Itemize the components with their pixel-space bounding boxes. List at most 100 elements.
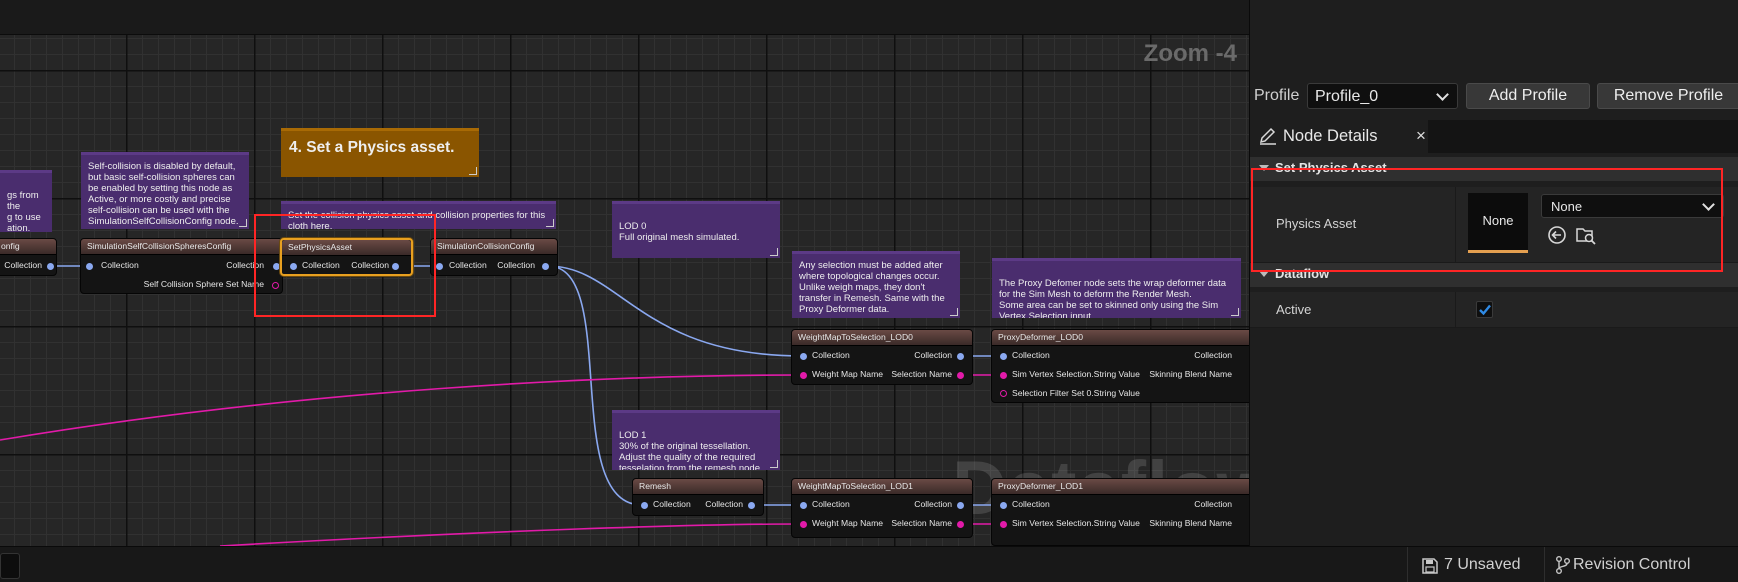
node-set-physics-asset[interactable]: SetPhysicsAsset Collection Collection <box>280 238 413 276</box>
comment-partial[interactable]: gs from the g to use ation. <box>0 170 52 232</box>
comment-text: Self-collision is disabled by default, b… <box>88 161 239 227</box>
node-simulation-self-collision-spheres-config[interactable]: SimulationSelfCollisionSpheresConfig Col… <box>80 238 283 294</box>
pin-label: Self Collision Sphere Set Name <box>143 279 264 289</box>
panel-header-area <box>1250 0 1738 80</box>
checkmark-icon <box>1479 304 1491 316</box>
pin-label: Collection <box>302 260 340 270</box>
section-label: Dataflow <box>1275 266 1330 281</box>
node-weight-map-to-selection-lod0[interactable]: WeightMapToSelection_LOD0 Collection Col… <box>791 329 973 385</box>
input-pin[interactable] <box>800 372 807 379</box>
section-set-physics-asset[interactable]: Set Physics Asset <box>1250 157 1738 181</box>
output-pin[interactable] <box>748 502 755 509</box>
output-pin[interactable] <box>542 263 549 270</box>
pin-label: Collection <box>653 499 691 509</box>
comment-lod0[interactable]: LOD 0 Full original mesh simulated. <box>612 201 780 258</box>
browse-asset-icon[interactable] <box>1575 224 1597 246</box>
input-pin[interactable] <box>641 502 648 509</box>
node-title: SimulationCollisionConfig <box>431 239 557 255</box>
unsaved-count-button[interactable]: 7 Unsaved <box>1444 556 1521 574</box>
comment-self-collision[interactable]: Self-collision is disabled by default, b… <box>81 152 249 229</box>
node-proxy-deformer-lod0[interactable]: ProxyDeformer_LOD0 Collection Collection… <box>991 329 1249 403</box>
collapse-arrow-icon <box>1259 271 1269 277</box>
pin-label: Sim Vertex Selection.String Value <box>1012 369 1140 379</box>
pin-label: Collection <box>226 260 264 270</box>
remove-profile-button[interactable]: Remove Profile <box>1597 83 1738 109</box>
pin-label: Skinning Blend Name <box>1149 369 1232 379</box>
comment-text: Any selection must be added after where … <box>799 260 945 315</box>
node-partial-config[interactable]: onfig Collection <box>0 238 57 276</box>
input-pin[interactable] <box>290 263 297 270</box>
resize-grip[interactable] <box>469 167 477 175</box>
profile-label: Profile <box>1254 87 1300 104</box>
pin-label: Weight Map Name <box>812 369 884 379</box>
input-pin[interactable] <box>800 502 807 509</box>
branch-icon <box>1556 556 1570 574</box>
asset-picker-value: None <box>1551 199 1583 214</box>
pin-label: Skinning Blend Name <box>1149 518 1232 528</box>
profile-row: Profile Profile_0 Add Profile Remove Pro… <box>1250 80 1738 112</box>
output-pin[interactable] <box>47 263 54 270</box>
column-divider[interactable] <box>1455 292 1456 327</box>
close-icon[interactable]: × <box>1416 126 1426 146</box>
resize-grip[interactable] <box>950 308 958 316</box>
dataflow-graph-canvas[interactable]: Zoom -4 Dataflow gs from the g to use at… <box>0 0 1249 546</box>
input-pin[interactable] <box>800 353 807 360</box>
comment-proxy-deformer[interactable]: The Proxy Defomer node sets the wrap def… <box>992 258 1241 318</box>
profile-dropdown[interactable]: Profile_0 <box>1307 83 1458 109</box>
property-label: Active <box>1276 302 1312 317</box>
resize-grip[interactable] <box>770 248 778 256</box>
comment-step-4[interactable]: 4. Set a Physics asset. <box>281 128 479 177</box>
output-pin[interactable] <box>957 353 964 360</box>
node-weight-map-to-selection-lod1[interactable]: WeightMapToSelection_LOD1 Collection Col… <box>791 478 973 538</box>
input-pin[interactable] <box>86 263 93 270</box>
input-pin[interactable] <box>1000 390 1007 397</box>
column-divider[interactable] <box>1455 187 1456 262</box>
pin-label: Collection <box>1012 350 1050 360</box>
node-proxy-deformer-lod1[interactable]: ProxyDeformer_LOD1 Collection Collection… <box>991 478 1249 546</box>
input-pin[interactable] <box>1000 372 1007 379</box>
tab-bar: Node Details × <box>1250 120 1738 153</box>
input-pin[interactable] <box>1000 353 1007 360</box>
input-pin[interactable] <box>1000 521 1007 528</box>
comment-text: 4. Set a Physics asset. <box>289 139 455 156</box>
comment-collision-properties[interactable]: Set the collision physics asset and coll… <box>281 201 556 229</box>
pin-label: Collection <box>497 260 535 270</box>
asset-picker-dropdown[interactable]: None <box>1541 194 1724 218</box>
revision-control-button[interactable]: Revision Control <box>1573 556 1690 574</box>
comment-lod1[interactable]: LOD 1 30% of the original tessellation. … <box>612 410 780 470</box>
active-checkbox[interactable] <box>1476 301 1493 318</box>
chevron-down-icon <box>1436 88 1449 101</box>
collapse-arrow-icon <box>1259 165 1269 171</box>
profile-dropdown-value: Profile_0 <box>1315 88 1379 105</box>
output-pin[interactable] <box>392 263 399 270</box>
status-bar-left-field[interactable] <box>0 553 20 579</box>
input-pin[interactable] <box>1000 502 1007 509</box>
resize-grip[interactable] <box>239 219 247 227</box>
asset-thumbnail[interactable]: None <box>1468 193 1528 253</box>
pin-label: Collection <box>914 499 952 509</box>
save-icon <box>1422 558 1438 574</box>
section-dataflow[interactable]: Dataflow <box>1250 263 1738 287</box>
pin-label: Collection <box>1194 350 1232 360</box>
use-selected-asset-icon[interactable] <box>1547 225 1567 245</box>
add-profile-button[interactable]: Add Profile <box>1466 83 1590 109</box>
input-pin[interactable] <box>436 263 443 270</box>
resize-grip[interactable] <box>1231 308 1239 316</box>
output-pin[interactable] <box>957 521 964 528</box>
pin-label: Weight Map Name <box>812 518 884 528</box>
node-remesh[interactable]: Remesh Collection Collection <box>632 478 764 516</box>
output-pin[interactable] <box>957 372 964 379</box>
input-pin[interactable] <box>800 521 807 528</box>
resize-grip[interactable] <box>770 460 778 468</box>
tab-node-details[interactable]: Node Details × <box>1250 120 1428 153</box>
node-title: SetPhysicsAsset <box>282 240 411 256</box>
resize-grip[interactable] <box>546 219 554 227</box>
comment-selection[interactable]: Any selection must be added after where … <box>792 251 960 318</box>
node-simulation-collision-config[interactable]: SimulationCollisionConfig Collection Col… <box>430 238 558 276</box>
node-title: onfig <box>0 239 56 255</box>
output-pin[interactable] <box>272 282 279 289</box>
node-title: WeightMapToSelection_LOD1 <box>792 479 972 495</box>
output-pin[interactable] <box>957 502 964 509</box>
status-separator <box>1544 547 1545 582</box>
output-pin[interactable] <box>273 263 280 270</box>
